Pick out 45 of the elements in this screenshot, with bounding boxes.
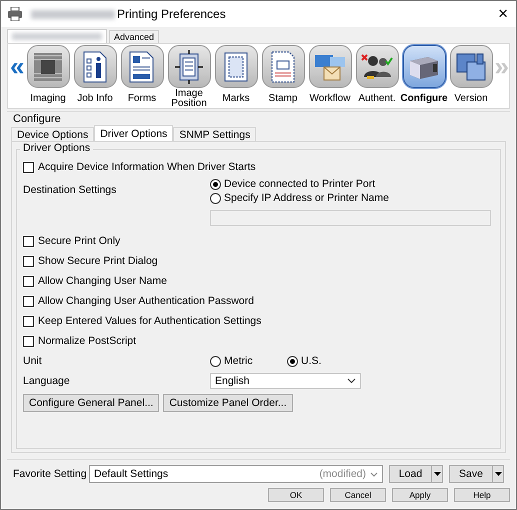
checkbox[interactable]: Acquire Device Information When Driver Starts — [23, 161, 256, 173]
load-button[interactable]: Load — [389, 465, 432, 483]
field-label: Unit — [23, 355, 43, 367]
favorite-dropdown[interactable]: Default Settings (modified) — [89, 465, 383, 483]
radio-dot[interactable] — [210, 356, 221, 366]
window-title: Printing Preferences — [117, 7, 226, 21]
radio-dot[interactable] — [210, 178, 221, 190]
checkbox[interactable]: Secure Print Only — [23, 235, 120, 247]
checkbox[interactable]: Allow Changing User Name — [23, 275, 167, 287]
close-button[interactable]: × — [496, 4, 510, 24]
save-button[interactable]: Save — [449, 465, 493, 483]
radio-dot[interactable] — [287, 356, 298, 366]
radio-button[interactable]: Specify IP Address or Printer Name — [210, 191, 389, 205]
checkbox[interactable]: Allow Changing User Authentication Password — [23, 295, 254, 307]
dialog-button[interactable]: Help — [454, 488, 510, 502]
field-label: Language — [23, 375, 71, 387]
radio-button[interactable]: U.S. — [287, 354, 364, 368]
section-title: Configure — [13, 113, 62, 125]
dialog-button[interactable]: Cancel — [330, 488, 386, 502]
field-label: Favorite Setting — [13, 468, 88, 480]
load-menu-button[interactable] — [432, 465, 443, 483]
panel-button[interactable]: Customize Panel Order... — [163, 394, 293, 412]
tab[interactable]: Driver Options — [94, 125, 174, 141]
dialog-button[interactable]: OK — [268, 488, 324, 502]
tab[interactable]: Device Options — [11, 127, 94, 141]
panel-button[interactable]: Configure General Panel... — [23, 394, 160, 412]
chevron-down-icon — [347, 378, 356, 384]
checkbox[interactable]: Show Secure Print Dialog — [23, 255, 158, 267]
save-menu-button[interactable] — [493, 465, 504, 483]
dialog-button[interactable]: Apply — [392, 488, 448, 502]
checkbox[interactable]: Normalize PostScript — [23, 335, 136, 347]
field-label: Destination Settings — [23, 184, 118, 196]
checkbox[interactable]: Keep Entered Values for Authentication Settings — [23, 315, 262, 327]
radio-button[interactable]: Metric — [210, 354, 287, 368]
scroll-left-button[interactable]: « — [10, 49, 24, 83]
group-title: Driver Options — [20, 142, 94, 154]
tab[interactable]: Advanced — [109, 30, 160, 43]
radio-dot[interactable] — [210, 192, 221, 204]
printer-icon — [7, 7, 23, 21]
chevron-down-icon — [370, 472, 378, 476]
radio-button[interactable]: Device connected to Printer Port — [210, 177, 376, 191]
tab[interactable]: SNMP Settings — [173, 127, 256, 141]
caret-icon — [434, 472, 440, 476]
language-dropdown[interactable]: English — [210, 373, 361, 389]
caret-icon — [494, 472, 502, 476]
